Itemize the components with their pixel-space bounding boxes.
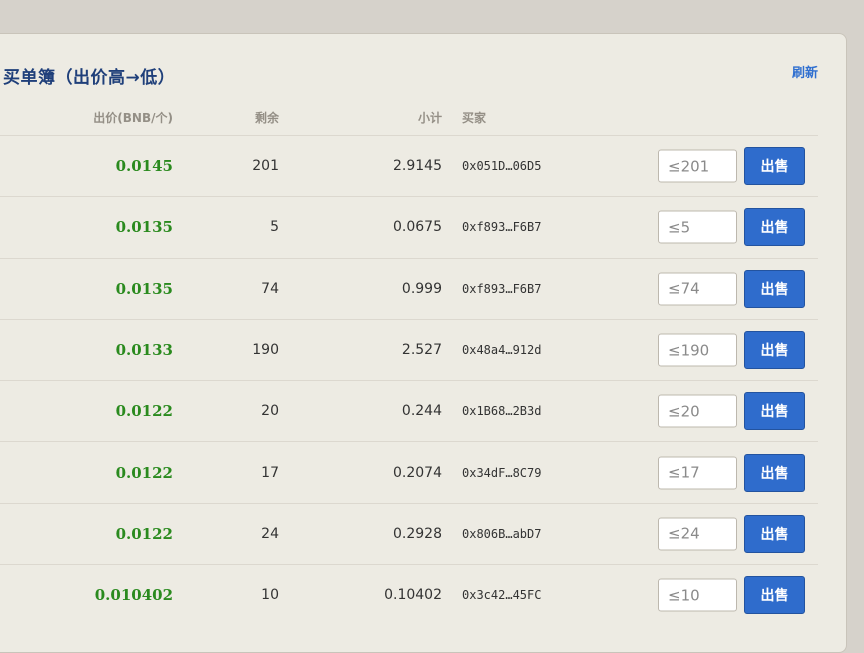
buyer-address: 0x34dF…8C79 [462,465,542,480]
sell-button[interactable]: 出售 [744,269,805,308]
table-row: 0.0145 201 2.9145 0x051D…06D5 出售 [0,135,818,196]
remaining-cell: 201 [252,158,279,175]
subtotal-cell: 0.999 [401,280,442,297]
table-row: 0.0135 5 0.0675 0xf893…F6B7 出售 [0,196,818,257]
buyer-address: 0xf893…F6B7 [462,281,542,296]
sell-button[interactable]: 出售 [744,392,805,431]
sell-button[interactable]: 出售 [744,514,805,553]
table-row: 0.0122 17 0.2074 0x34dF…8C79 出售 [0,441,818,502]
buyer-address: 0x051D…06D5 [462,159,542,174]
table-row: 0.0133 190 2.527 0x48a4…912d 出售 [0,318,818,380]
column-header-remaining: 剩余 [254,111,279,125]
column-header-buyer: 买家 [462,111,487,125]
subtotal-cell: 2.527 [401,342,442,359]
price-cell: 0.0135 [115,218,173,237]
column-header-subtotal: 小计 [417,111,442,125]
sell-quantity-input[interactable] [658,272,737,306]
sell-button[interactable]: 出售 [744,147,805,186]
table-row: 0.010402 10 0.10402 0x3c42…45FC 出售 [0,564,818,625]
buyer-address: 0x48a4…912d [462,343,542,358]
price-cell: 0.0122 [115,463,173,482]
price-cell: 0.0135 [115,279,173,298]
table-row: 0.0122 24 0.2928 0x806B…abD7 出售 [0,502,818,564]
remaining-cell: 10 [261,587,279,604]
subtotal-cell: 0.244 [401,403,442,420]
sell-quantity-input[interactable] [658,456,737,490]
price-cell: 0.0145 [115,157,173,176]
sell-button[interactable]: 出售 [744,208,805,247]
sell-button[interactable]: 出售 [744,331,805,370]
subtotal-cell: 0.10402 [384,587,442,604]
subtotal-cell: 2.9145 [393,158,442,175]
price-cell: 0.0122 [115,524,173,543]
buyer-address: 0x3c42…45FC [462,588,542,603]
buyer-address: 0x806B…abD7 [462,526,542,541]
subtotal-cell: 0.2074 [393,464,442,481]
remaining-cell: 24 [261,525,279,542]
section-title: 买单簿（出价高→低） [3,68,176,88]
remaining-cell: 74 [261,280,279,297]
buyer-address: 0xf893…F6B7 [462,220,542,235]
remaining-cell: 17 [261,464,279,481]
price-cell: 0.0133 [115,341,173,360]
remaining-cell: 5 [270,219,279,236]
sell-button[interactable]: 出售 [744,453,805,492]
column-header-price: 出价(BNB/个) [93,111,173,125]
price-cell: 0.010402 [94,586,173,605]
sell-quantity-input[interactable] [658,333,737,367]
sell-quantity-input[interactable] [658,517,737,551]
sell-quantity-input[interactable] [658,394,737,428]
table-row: 0.0135 74 0.999 0xf893…F6B7 出售 [0,257,818,319]
buyer-address: 0x1B68…2B3d [462,404,542,419]
remaining-cell: 20 [261,403,279,420]
table-row: 0.0122 20 0.244 0x1B68…2B3d 出售 [0,380,818,441]
price-cell: 0.0122 [115,402,173,421]
buy-orders-table: 0.0145 201 2.9145 0x051D…06D5 出售 0.0135 … [0,135,818,625]
remaining-cell: 190 [252,342,279,359]
refresh-link[interactable]: 刷新 [792,62,818,81]
sell-button[interactable]: 出售 [744,576,805,615]
sell-quantity-input[interactable] [658,210,737,244]
subtotal-cell: 0.0675 [393,219,442,236]
sell-quantity-input[interactable] [658,149,737,183]
subtotal-cell: 0.2928 [393,525,442,542]
